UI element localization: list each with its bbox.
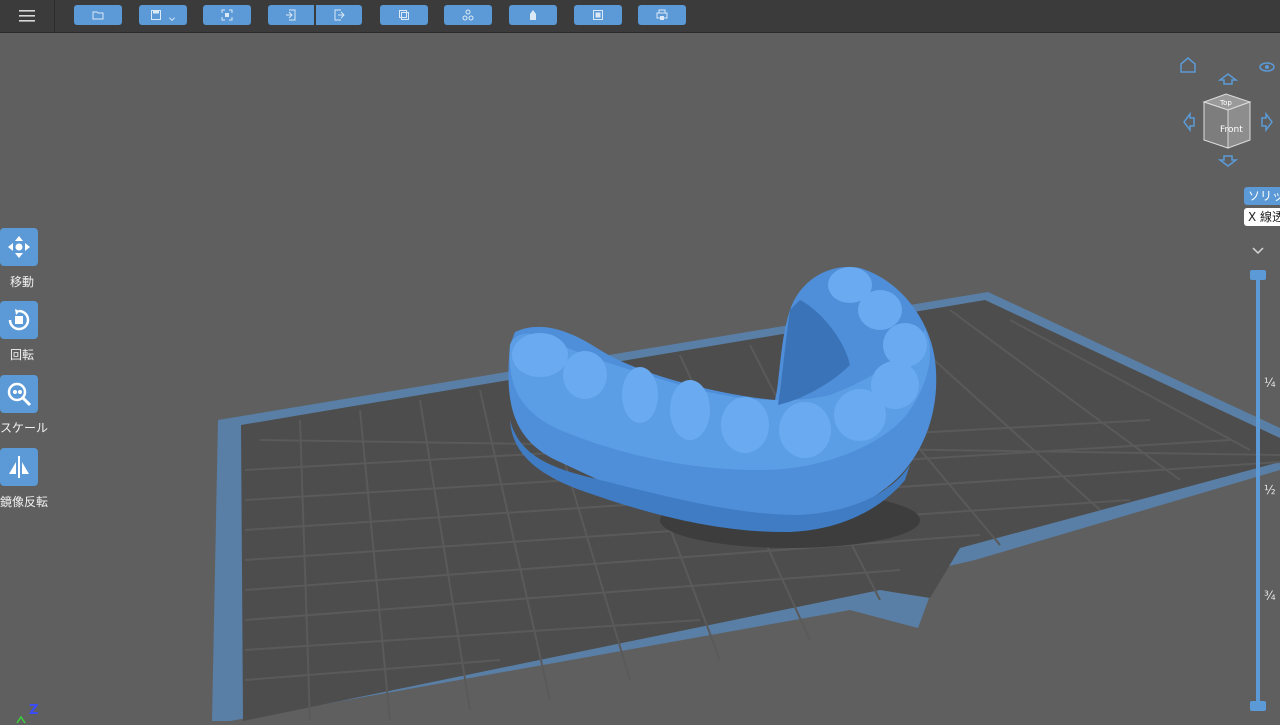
export-icon	[334, 9, 345, 21]
rotate-tool-label: 回転	[9, 348, 34, 362]
hamburger-menu-button[interactable]	[0, 0, 55, 32]
solid-view-button[interactable]: ソリッ	[1244, 187, 1280, 205]
view-left-arrow-icon[interactable]	[1183, 111, 1195, 133]
cube-front-label: Front	[1220, 125, 1243, 135]
folder-icon	[92, 11, 104, 20]
axis-z-label: Z	[29, 703, 39, 718]
print-button[interactable]	[638, 5, 686, 25]
slider-mark-half: ½	[1264, 483, 1276, 497]
rotate-tool-button[interactable]	[0, 301, 38, 339]
move-icon	[8, 236, 30, 258]
axis-indicator-icon	[16, 715, 26, 724]
copy-icon	[399, 10, 409, 20]
scale-tool-label: スケール	[0, 421, 49, 435]
mirror-icon	[9, 456, 29, 478]
slice-button[interactable]	[574, 5, 622, 25]
save-button[interactable]	[139, 5, 187, 25]
arrange-button[interactable]	[444, 5, 492, 25]
import-icon	[286, 9, 296, 21]
print-icon	[656, 9, 668, 20]
layer-slider-track[interactable]	[1256, 276, 1260, 706]
import-button[interactable]	[268, 5, 314, 25]
scene-canvas	[212, 266, 1280, 721]
mirror-tool-button[interactable]	[0, 448, 38, 486]
open-file-button[interactable]	[74, 5, 122, 25]
export-button[interactable]	[316, 5, 362, 25]
slider-mark-quarter: ¼	[1264, 376, 1276, 390]
view-up-arrow-icon[interactable]	[1217, 73, 1239, 85]
support-icon	[530, 10, 536, 20]
mirror-tool-label: 鏡像反転	[0, 495, 49, 509]
eye-icon[interactable]	[1259, 62, 1275, 72]
chevron-down-icon[interactable]	[1251, 246, 1265, 256]
scale-icon	[7, 382, 32, 407]
layer-slider-bottom-handle[interactable]	[1250, 701, 1266, 711]
support-button[interactable]	[509, 5, 557, 25]
view-right-arrow-icon[interactable]	[1261, 111, 1273, 133]
molecule-icon	[462, 9, 474, 21]
view-cube[interactable]: Top Front	[1170, 52, 1280, 182]
hamburger-icon	[19, 10, 35, 22]
view-down-arrow-icon[interactable]	[1217, 155, 1239, 167]
rotate-icon	[8, 309, 30, 331]
move-tool-label: 移動	[9, 275, 34, 289]
scale-tool-button[interactable]	[0, 375, 38, 413]
layer-slider-top-handle[interactable]	[1250, 270, 1266, 280]
copy-button[interactable]	[380, 5, 428, 25]
top-toolbar	[0, 0, 1280, 33]
save-icon	[151, 10, 161, 20]
xray-view-button[interactable]: X 線透	[1244, 208, 1280, 226]
cube-top-label: Top	[1219, 99, 1232, 107]
capture-button[interactable]	[203, 5, 251, 25]
slider-mark-three-quarter: ¾	[1264, 589, 1276, 603]
slice-icon	[593, 10, 603, 20]
move-tool-button[interactable]	[0, 228, 38, 266]
scan-icon	[221, 9, 233, 21]
home-view-icon[interactable]	[1180, 57, 1196, 73]
chevron-down-icon	[168, 17, 176, 22]
3d-viewport[interactable]: 移動 回転 スケール 鏡像反転 Z	[0, 33, 1280, 724]
